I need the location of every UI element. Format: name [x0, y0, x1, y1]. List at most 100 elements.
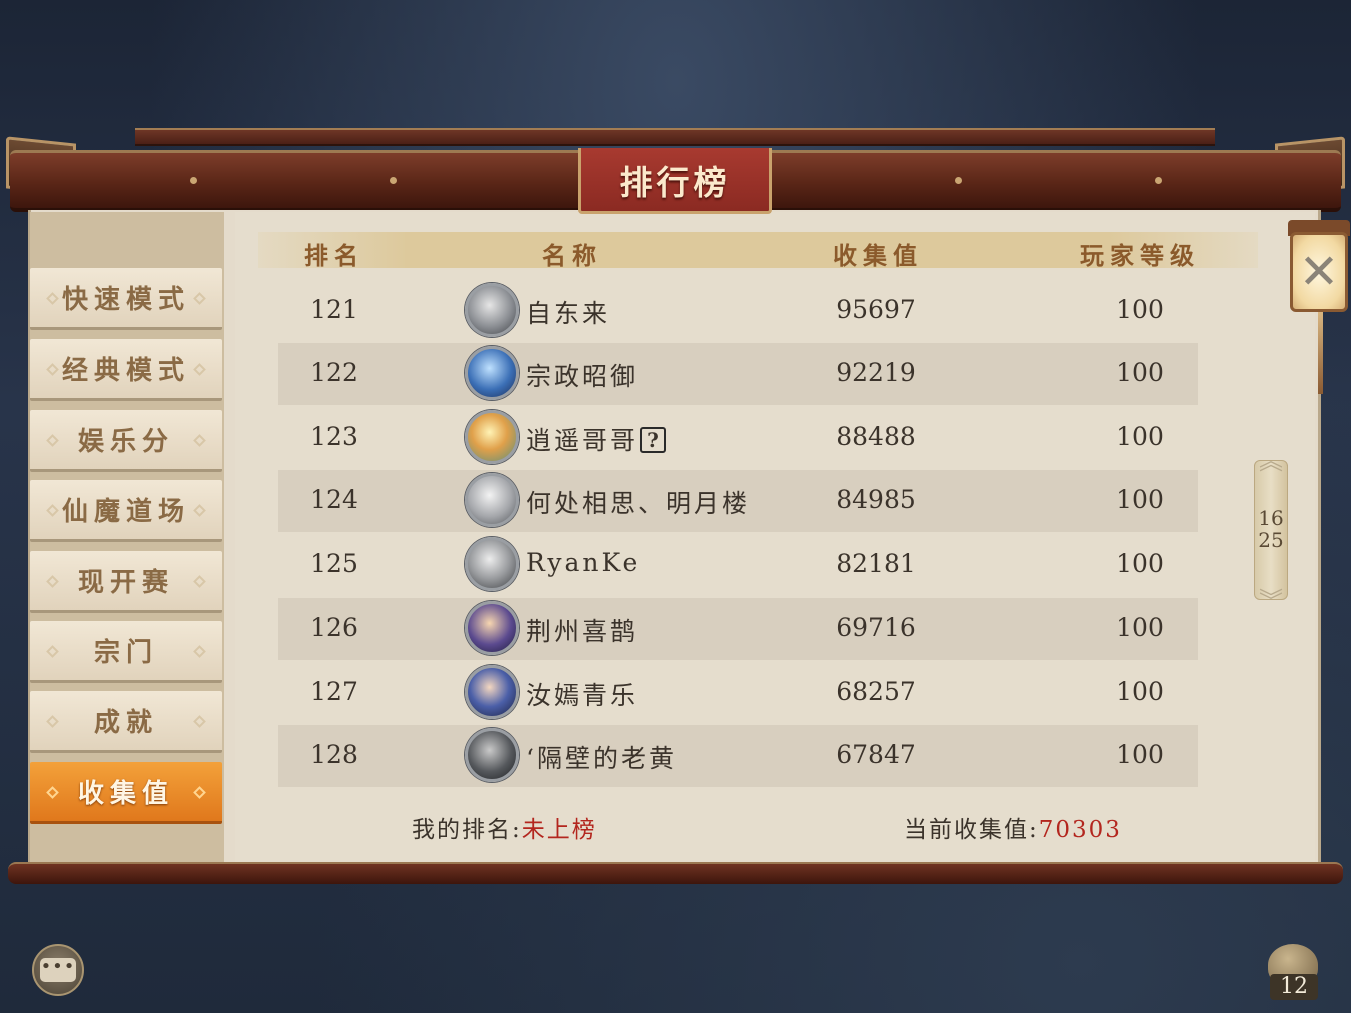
diamond-icon	[193, 434, 206, 447]
value-cell: 84985	[836, 485, 916, 514]
table-row[interactable]: 127 汝嫣青乐 68257 100	[278, 662, 1198, 724]
sidebar-item-label: 经典模式	[61, 356, 190, 386]
sidebar-item-open-match[interactable]: 现开赛	[30, 551, 222, 613]
value-cell: 92219	[836, 358, 916, 387]
diamond-icon	[46, 715, 59, 728]
diamond-icon	[193, 363, 206, 376]
table-row[interactable]: 126 荆州喜鹊 69716 100	[278, 598, 1198, 660]
sidebar-item-label: 快速模式	[61, 285, 190, 315]
player-name: 何处相思、明月楼	[526, 489, 751, 518]
player-name: 荆州喜鹊	[526, 617, 639, 646]
value-cell: 82181	[836, 549, 916, 578]
sidebar-item-label: 娱乐分	[77, 427, 174, 457]
column-header-level: 玩家等级	[1080, 241, 1200, 270]
level-cell: 100	[1116, 358, 1164, 387]
rivet	[955, 177, 962, 184]
level-cell: 100	[1116, 613, 1164, 642]
page-current: 16	[1258, 506, 1284, 530]
player-name: 汝嫣青乐	[526, 681, 639, 710]
level-cell: 100	[1116, 549, 1164, 578]
my-rank-value: 未上榜	[521, 817, 597, 843]
sidebar-item-quick-mode[interactable]: 快速模式	[30, 268, 222, 330]
level-cell: 100	[1116, 295, 1164, 324]
rivet	[1155, 177, 1162, 184]
sidebar-item-collection[interactable]: 收集值	[30, 762, 222, 824]
top-rail	[135, 128, 1215, 146]
rank-cell: 123	[310, 422, 358, 451]
diamond-icon	[193, 786, 206, 799]
sidebar-item-arena[interactable]: 仙魔道场	[30, 480, 222, 542]
value-cell: 69716	[836, 613, 916, 642]
stamina-count: 12	[1270, 974, 1318, 1000]
sidebar-item-label: 现开赛	[77, 568, 174, 598]
avatar-icon[interactable]	[465, 410, 519, 464]
stamina-indicator[interactable]: 12	[1266, 944, 1318, 1000]
column-header-name: 名称	[542, 241, 602, 270]
table-row[interactable]: 122 宗政昭御 92219 100	[278, 343, 1198, 405]
sidebar-item-label: 宗门	[93, 638, 158, 668]
diamond-icon	[46, 786, 59, 799]
diamond-icon	[193, 575, 206, 588]
scroll-down-icon[interactable]: ︾	[1250, 588, 1292, 614]
sidebar-item-label: 收集值	[77, 779, 174, 809]
rivet	[190, 177, 197, 184]
avatar-icon[interactable]	[465, 473, 519, 527]
sidebar-item-classic-mode[interactable]: 经典模式	[30, 339, 222, 401]
sidebar-item-label: 成就	[93, 708, 158, 738]
avatar-icon[interactable]	[465, 283, 519, 337]
rank-cell: 127	[310, 677, 358, 706]
rank-cell: 124	[310, 485, 358, 514]
rank-cell: 121	[310, 295, 358, 324]
sidebar-item-sect[interactable]: 宗门	[30, 621, 222, 683]
table-row[interactable]: 125 RyanKe 82181 100	[278, 534, 1198, 596]
avatar-icon[interactable]	[465, 601, 519, 655]
current-collection: 当前收集值:70303	[904, 810, 1122, 844]
table-row[interactable]: 121 自东来 95697 100	[278, 280, 1198, 342]
rank-cell: 126	[310, 613, 358, 642]
avatar-icon[interactable]	[465, 346, 519, 400]
my-rank-label: 我的排名:	[412, 817, 522, 843]
close-icon: ✕	[1298, 244, 1340, 300]
sidebar-item-achievement[interactable]: 成就	[30, 691, 222, 753]
chat-icon: •••	[40, 958, 76, 982]
diamond-icon	[46, 363, 59, 376]
player-name: 自东来	[526, 299, 611, 328]
lantern-tassel	[1318, 312, 1323, 394]
diamond-icon	[46, 292, 59, 305]
chat-button[interactable]: •••	[32, 944, 84, 996]
close-button[interactable]: ✕	[1290, 232, 1348, 312]
rank-cell: 125	[310, 549, 358, 578]
diamond-icon	[193, 504, 206, 517]
avatar-icon[interactable]	[465, 537, 519, 591]
avatar-icon[interactable]	[465, 665, 519, 719]
value-cell: 68257	[836, 677, 916, 706]
diamond-icon	[46, 504, 59, 517]
player-name: RyanKe	[526, 548, 641, 577]
page-total: 25	[1258, 528, 1284, 552]
level-cell: 100	[1116, 740, 1164, 769]
diamond-icon	[46, 645, 59, 658]
avatar-icon[interactable]	[465, 728, 519, 782]
sidebar-item-entertainment[interactable]: 娱乐分	[30, 410, 222, 472]
value-cell: 67847	[836, 740, 916, 769]
page-title: 排行榜	[578, 148, 772, 214]
diamond-icon	[193, 292, 206, 305]
table-row[interactable]: 124 何处相思、明月楼 84985 100	[278, 470, 1198, 532]
diamond-icon	[46, 434, 59, 447]
value-cell: 88488	[836, 422, 916, 451]
unknown-badge-icon: ?	[640, 427, 667, 453]
value-cell: 95697	[836, 295, 916, 324]
scroll-up-icon[interactable]: ︽	[1250, 448, 1292, 474]
my-rank: 我的排名:未上榜	[412, 810, 597, 844]
rivet	[390, 177, 397, 184]
level-cell: 100	[1116, 485, 1164, 514]
player-name: ‘隔壁的老黄	[526, 744, 677, 773]
column-header-rank: 排名	[304, 241, 364, 270]
table-row[interactable]: 123 逍遥哥哥? 88488 100	[278, 407, 1198, 469]
sidebar-item-label: 仙魔道场	[61, 497, 190, 527]
level-cell: 100	[1116, 422, 1164, 451]
rank-cell: 128	[310, 740, 358, 769]
player-name: 宗政昭御	[526, 362, 639, 391]
diamond-icon	[193, 645, 206, 658]
table-row[interactable]: 128 ‘隔壁的老黄 67847 100	[278, 725, 1198, 787]
